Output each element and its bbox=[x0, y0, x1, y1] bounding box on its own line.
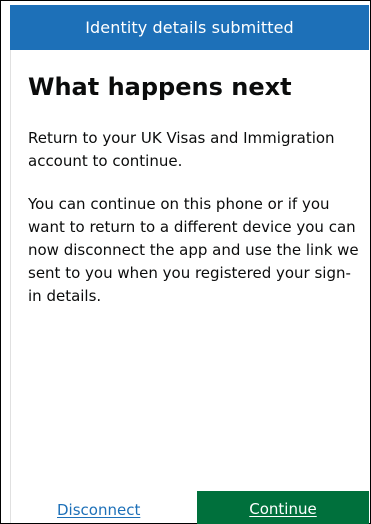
continue-button[interactable]: Continue bbox=[197, 491, 369, 524]
device-instructions-text: You can continue on this phone or if you… bbox=[28, 195, 359, 305]
header-bar: Identity details submitted bbox=[10, 5, 369, 50]
content-divider bbox=[10, 50, 11, 523]
app-screen: Identity details submitted What happens … bbox=[0, 0, 371, 524]
page-title: What happens next bbox=[28, 73, 292, 101]
header-title: Identity details submitted bbox=[85, 18, 294, 37]
return-instructions-text: Return to your UK Visas and Immigration … bbox=[28, 129, 335, 170]
disconnect-link[interactable]: Disconnect bbox=[57, 501, 140, 519]
